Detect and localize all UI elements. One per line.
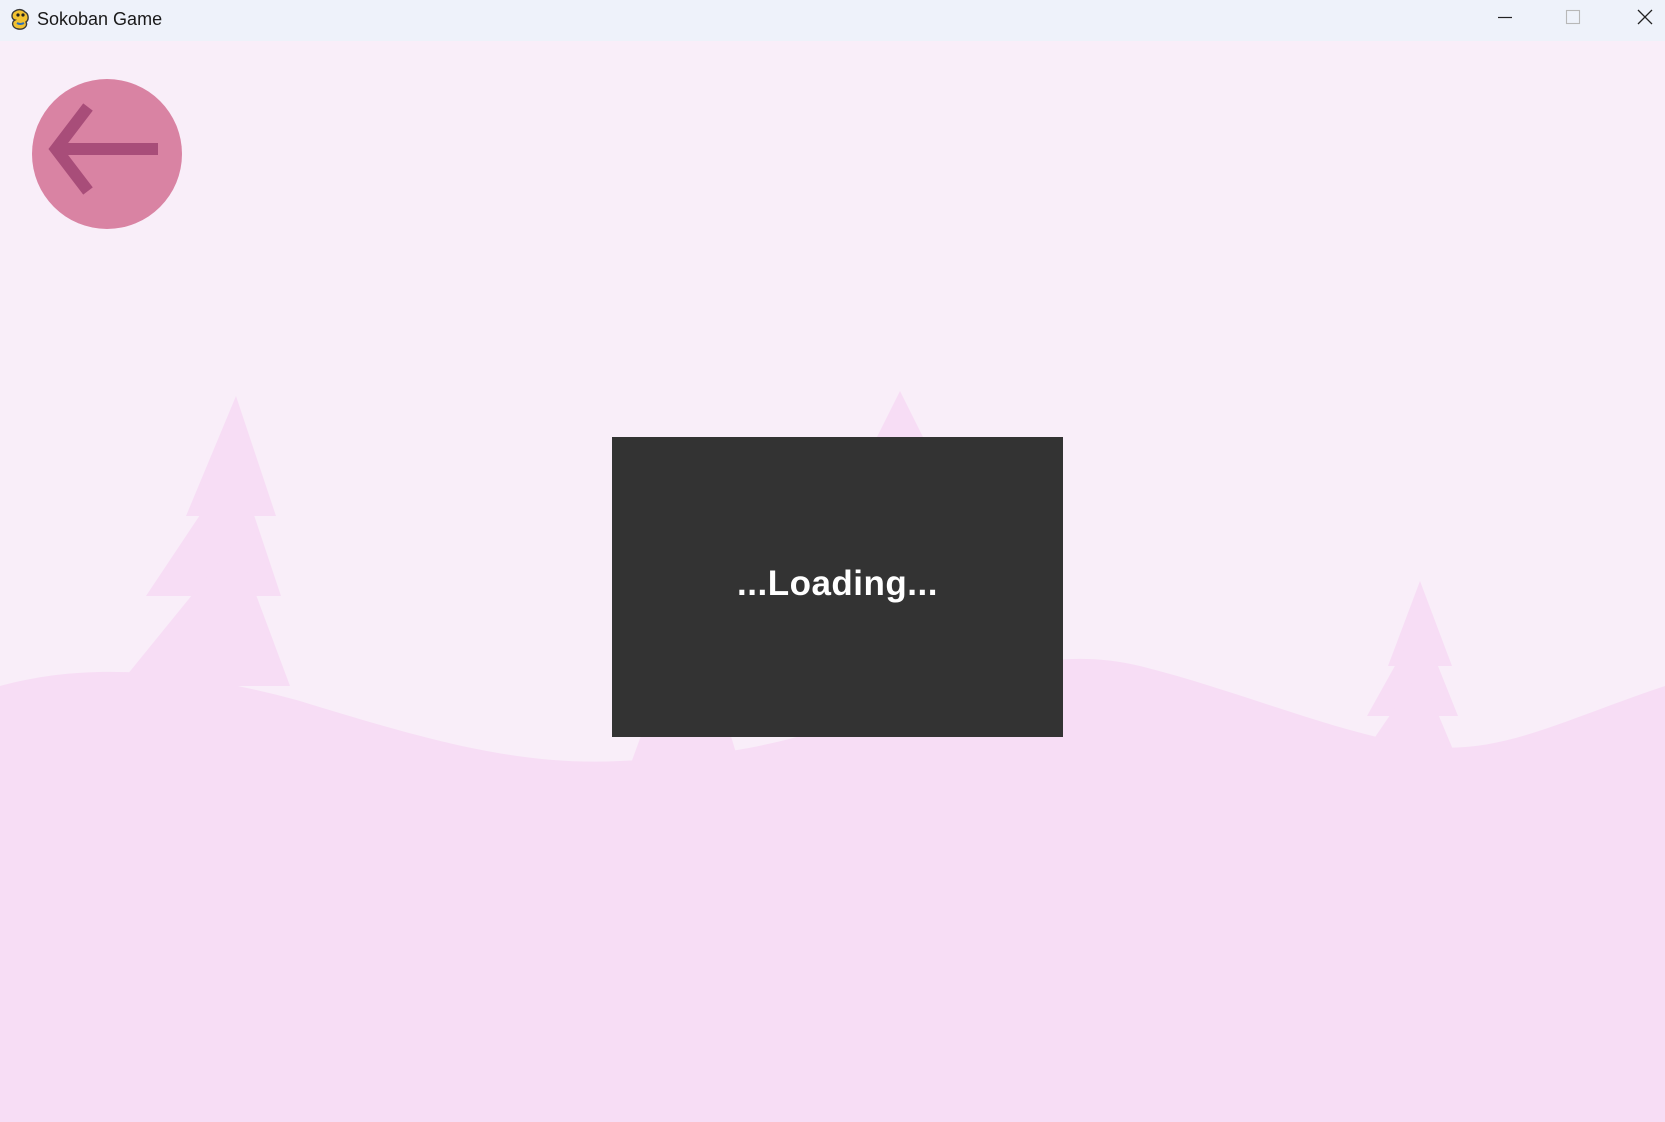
maximize-button[interactable] bbox=[1540, 0, 1606, 38]
game-window: Sokoban Game ...Loading... bbox=[0, 0, 1665, 1122]
maximize-icon bbox=[1565, 9, 1581, 30]
back-button[interactable] bbox=[32, 79, 182, 229]
pygame-snake-icon bbox=[9, 7, 31, 31]
close-icon bbox=[1637, 9, 1653, 30]
window-title: Sokoban Game bbox=[37, 9, 163, 29]
minimize-icon bbox=[1497, 9, 1513, 30]
title-bar[interactable]: Sokoban Game bbox=[0, 0, 1665, 41]
close-button[interactable] bbox=[1612, 0, 1665, 38]
minimize-button[interactable] bbox=[1472, 0, 1538, 38]
loading-text: ...Loading... bbox=[737, 564, 938, 603]
loading-dialog: ...Loading... bbox=[612, 437, 1063, 737]
game-canvas: ...Loading... bbox=[0, 41, 1665, 1122]
arrow-left-icon bbox=[48, 103, 158, 195]
